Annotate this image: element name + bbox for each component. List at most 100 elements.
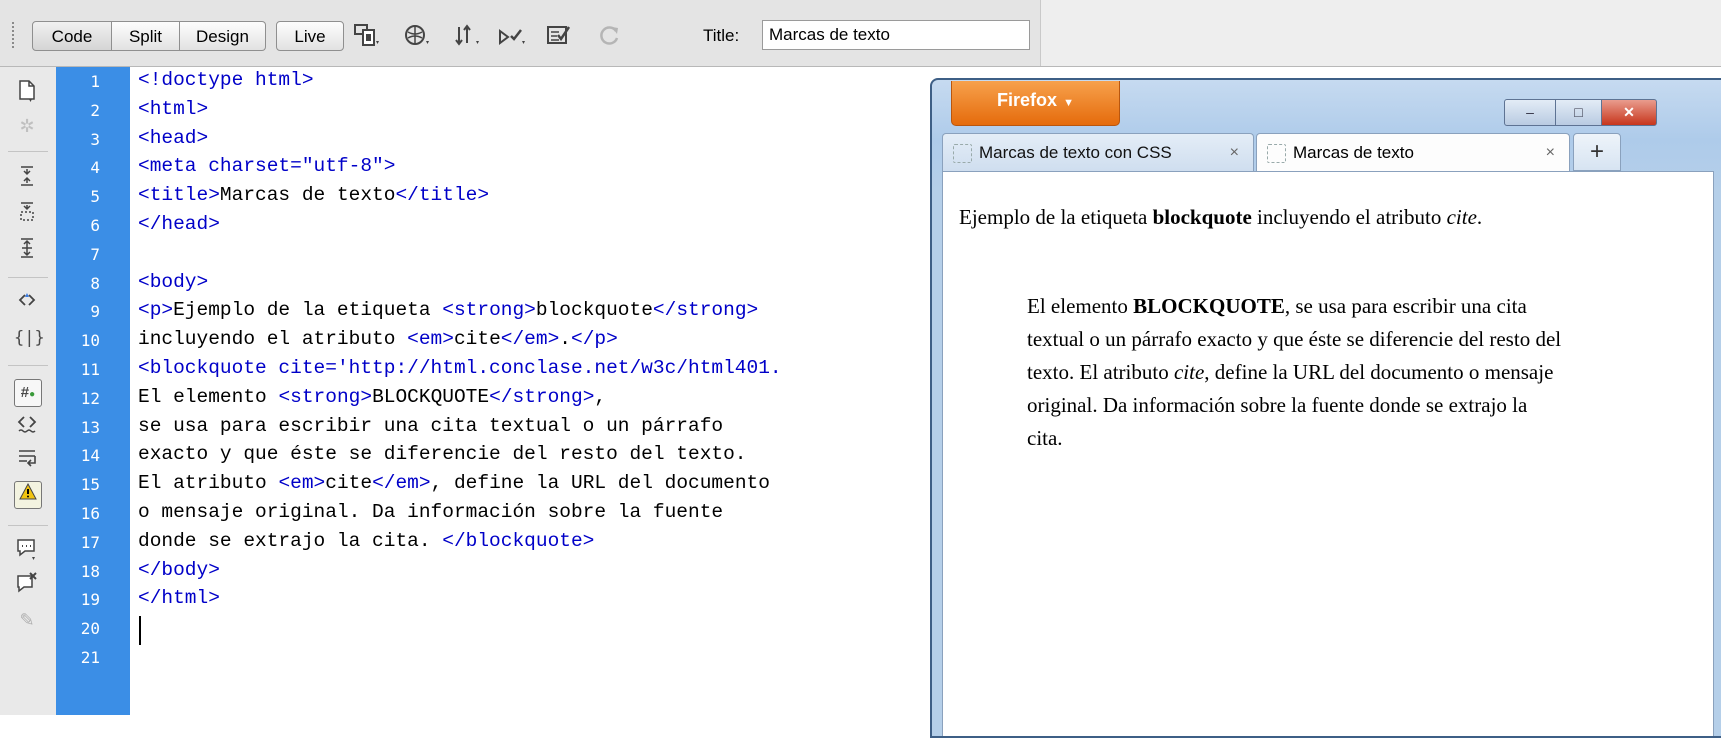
tab-close-icon[interactable]: ×	[1546, 134, 1555, 171]
open-documents-icon[interactable]	[14, 79, 40, 105]
code-text: se usa para escribir una cita textual o …	[138, 414, 724, 437]
code-line[interactable]: </head>	[138, 213, 220, 235]
new-tab-button[interactable]: +	[1573, 133, 1621, 171]
code-text: .	[559, 328, 571, 351]
line-number[interactable]: 5	[56, 187, 100, 206]
code-line[interactable]: <html>	[138, 98, 208, 120]
line-number[interactable]: 10	[56, 331, 100, 350]
code-editor[interactable]: <!doctype html> <html> <head> <meta charset…	[130, 67, 940, 715]
firefox-menu-button[interactable]: Firefox ▼	[951, 81, 1120, 126]
code-text: , define la URL del documento	[430, 472, 770, 495]
code-line[interactable]: </body>	[138, 559, 220, 581]
code-token: </em>	[500, 328, 560, 351]
word-wrap-icon[interactable]	[14, 447, 40, 473]
collapse-selection-icon[interactable]	[14, 201, 40, 227]
browser-tab-1[interactable]: Marcas de texto con CSS ×	[942, 133, 1254, 171]
page-favicon-icon	[953, 144, 972, 163]
live-view-button[interactable]: Live	[276, 21, 344, 51]
code-line[interactable]: exacto y que éste se diferencie del rest…	[138, 443, 747, 465]
code-token: <blockquote cite=	[138, 357, 337, 379]
line-number[interactable]: 19	[56, 590, 100, 609]
code-line[interactable]: incluyendo el atributo <em>cite</em>.</p…	[138, 328, 618, 350]
show-code-navigator-icon[interactable]: ✲	[14, 113, 40, 139]
select-parent-tag-icon[interactable]	[14, 289, 40, 315]
browser-tab-2-active[interactable]: Marcas de texto ×	[1256, 133, 1570, 171]
line-numbers-icon[interactable]: #●	[14, 379, 42, 407]
code-line[interactable]: </html>	[138, 587, 220, 609]
line-number[interactable]: 20	[56, 619, 100, 638]
document-title-input[interactable]	[762, 20, 1030, 50]
minimize-button[interactable]: –	[1504, 99, 1556, 126]
code-token: <body>	[138, 270, 209, 293]
line-number[interactable]: 13	[56, 418, 100, 437]
code-line[interactable]: <p>Ejemplo de la etiqueta <strong>blockq…	[138, 299, 758, 321]
line-number[interactable]: 16	[56, 504, 100, 523]
wrap-tag-icon[interactable]: ✎	[14, 607, 40, 633]
line-number[interactable]: 11	[56, 360, 100, 379]
line-number[interactable]: 15	[56, 475, 100, 494]
line-number[interactable]: 17	[56, 533, 100, 552]
code-line[interactable]: <head>	[138, 127, 208, 149]
code-line[interactable]: donde se extrajo la cita. </blockquote>	[138, 530, 594, 552]
design-view-button[interactable]: Design	[180, 21, 266, 51]
check-page-icon[interactable]	[546, 23, 580, 51]
remove-comment-icon[interactable]	[14, 571, 40, 597]
line-number[interactable]: 18	[56, 562, 100, 581]
code-token: <meta charset=	[138, 155, 302, 178]
toolbar-grip[interactable]	[12, 22, 20, 48]
separator	[8, 365, 48, 366]
line-number[interactable]: 6	[56, 216, 100, 235]
text: Ejemplo de la etiqueta	[959, 205, 1153, 229]
code-text: donde se extrajo la cita.	[138, 529, 443, 552]
em-text: cite	[1446, 205, 1477, 229]
code-text: cite	[453, 328, 501, 351]
code-text: ,	[594, 385, 607, 408]
file-management-icon[interactable]	[454, 23, 488, 51]
refresh-icon[interactable]	[598, 23, 632, 51]
code-text: BLOCKQUOTE	[372, 385, 490, 408]
code-line[interactable]: se usa para escribir una cita textual o …	[138, 415, 723, 437]
code-view-button[interactable]: Code	[32, 21, 112, 51]
close-window-button[interactable]: ✕	[1601, 99, 1657, 126]
line-number[interactable]: 2	[56, 101, 100, 120]
chevron-down-icon: ▼	[1063, 97, 1074, 109]
code-text: El elemento	[138, 385, 279, 408]
line-number[interactable]: 14	[56, 446, 100, 465]
apply-comment-icon[interactable]	[14, 537, 40, 563]
split-view-button[interactable]: Split	[112, 21, 180, 51]
code-line[interactable]: El atributo <em>cite</em>, define la URL…	[138, 472, 770, 494]
toolbar-empty-area	[1040, 0, 1721, 66]
code-line[interactable]: <body>	[138, 271, 208, 293]
code-line[interactable]: o mensaje original. Da información sobre…	[138, 501, 723, 523]
maximize-button[interactable]: □	[1555, 99, 1602, 126]
code-line[interactable]: <!doctype html>	[138, 69, 314, 91]
line-number[interactable]: 4	[56, 158, 100, 177]
line-number[interactable]: 3	[56, 130, 100, 149]
expand-all-icon[interactable]	[14, 237, 40, 263]
code-line[interactable]: El elemento <strong>BLOCKQUOTE</strong>,	[138, 386, 606, 408]
multiscreen-icon[interactable]	[354, 23, 388, 51]
code-token: <head>	[138, 126, 209, 149]
code-text: blockquote	[535, 299, 653, 322]
tab-label: Marcas de texto	[1293, 143, 1414, 162]
tab-close-icon[interactable]: ×	[1230, 134, 1239, 171]
code-line[interactable]: <blockquote cite='http://html.conclase.n…	[138, 357, 782, 379]
line-number[interactable]: 8	[56, 274, 100, 293]
line-number[interactable]: 9	[56, 302, 100, 321]
line-number[interactable]: 21	[56, 648, 100, 667]
line-number[interactable]: 7	[56, 245, 100, 264]
syntax-error-alerts-icon[interactable]	[14, 481, 42, 509]
code-token: <p>	[138, 299, 174, 322]
code-token: >	[383, 155, 396, 178]
collapse-full-tag-icon[interactable]	[14, 165, 40, 191]
balance-braces-icon[interactable]: {|}	[14, 325, 45, 351]
preview-browser-icon[interactable]	[404, 23, 438, 51]
code-line[interactable]: <title>Marcas de texto</title>	[138, 184, 489, 206]
line-number[interactable]: 12	[56, 389, 100, 408]
code-token: </html>	[138, 587, 220, 610]
code-token: </strong>	[652, 299, 759, 322]
line-number[interactable]: 1	[56, 72, 100, 91]
highlight-invalid-code-icon[interactable]	[14, 413, 40, 439]
code-line[interactable]: <meta charset="utf-8">	[138, 155, 395, 177]
w3c-validate-icon[interactable]	[498, 23, 532, 51]
